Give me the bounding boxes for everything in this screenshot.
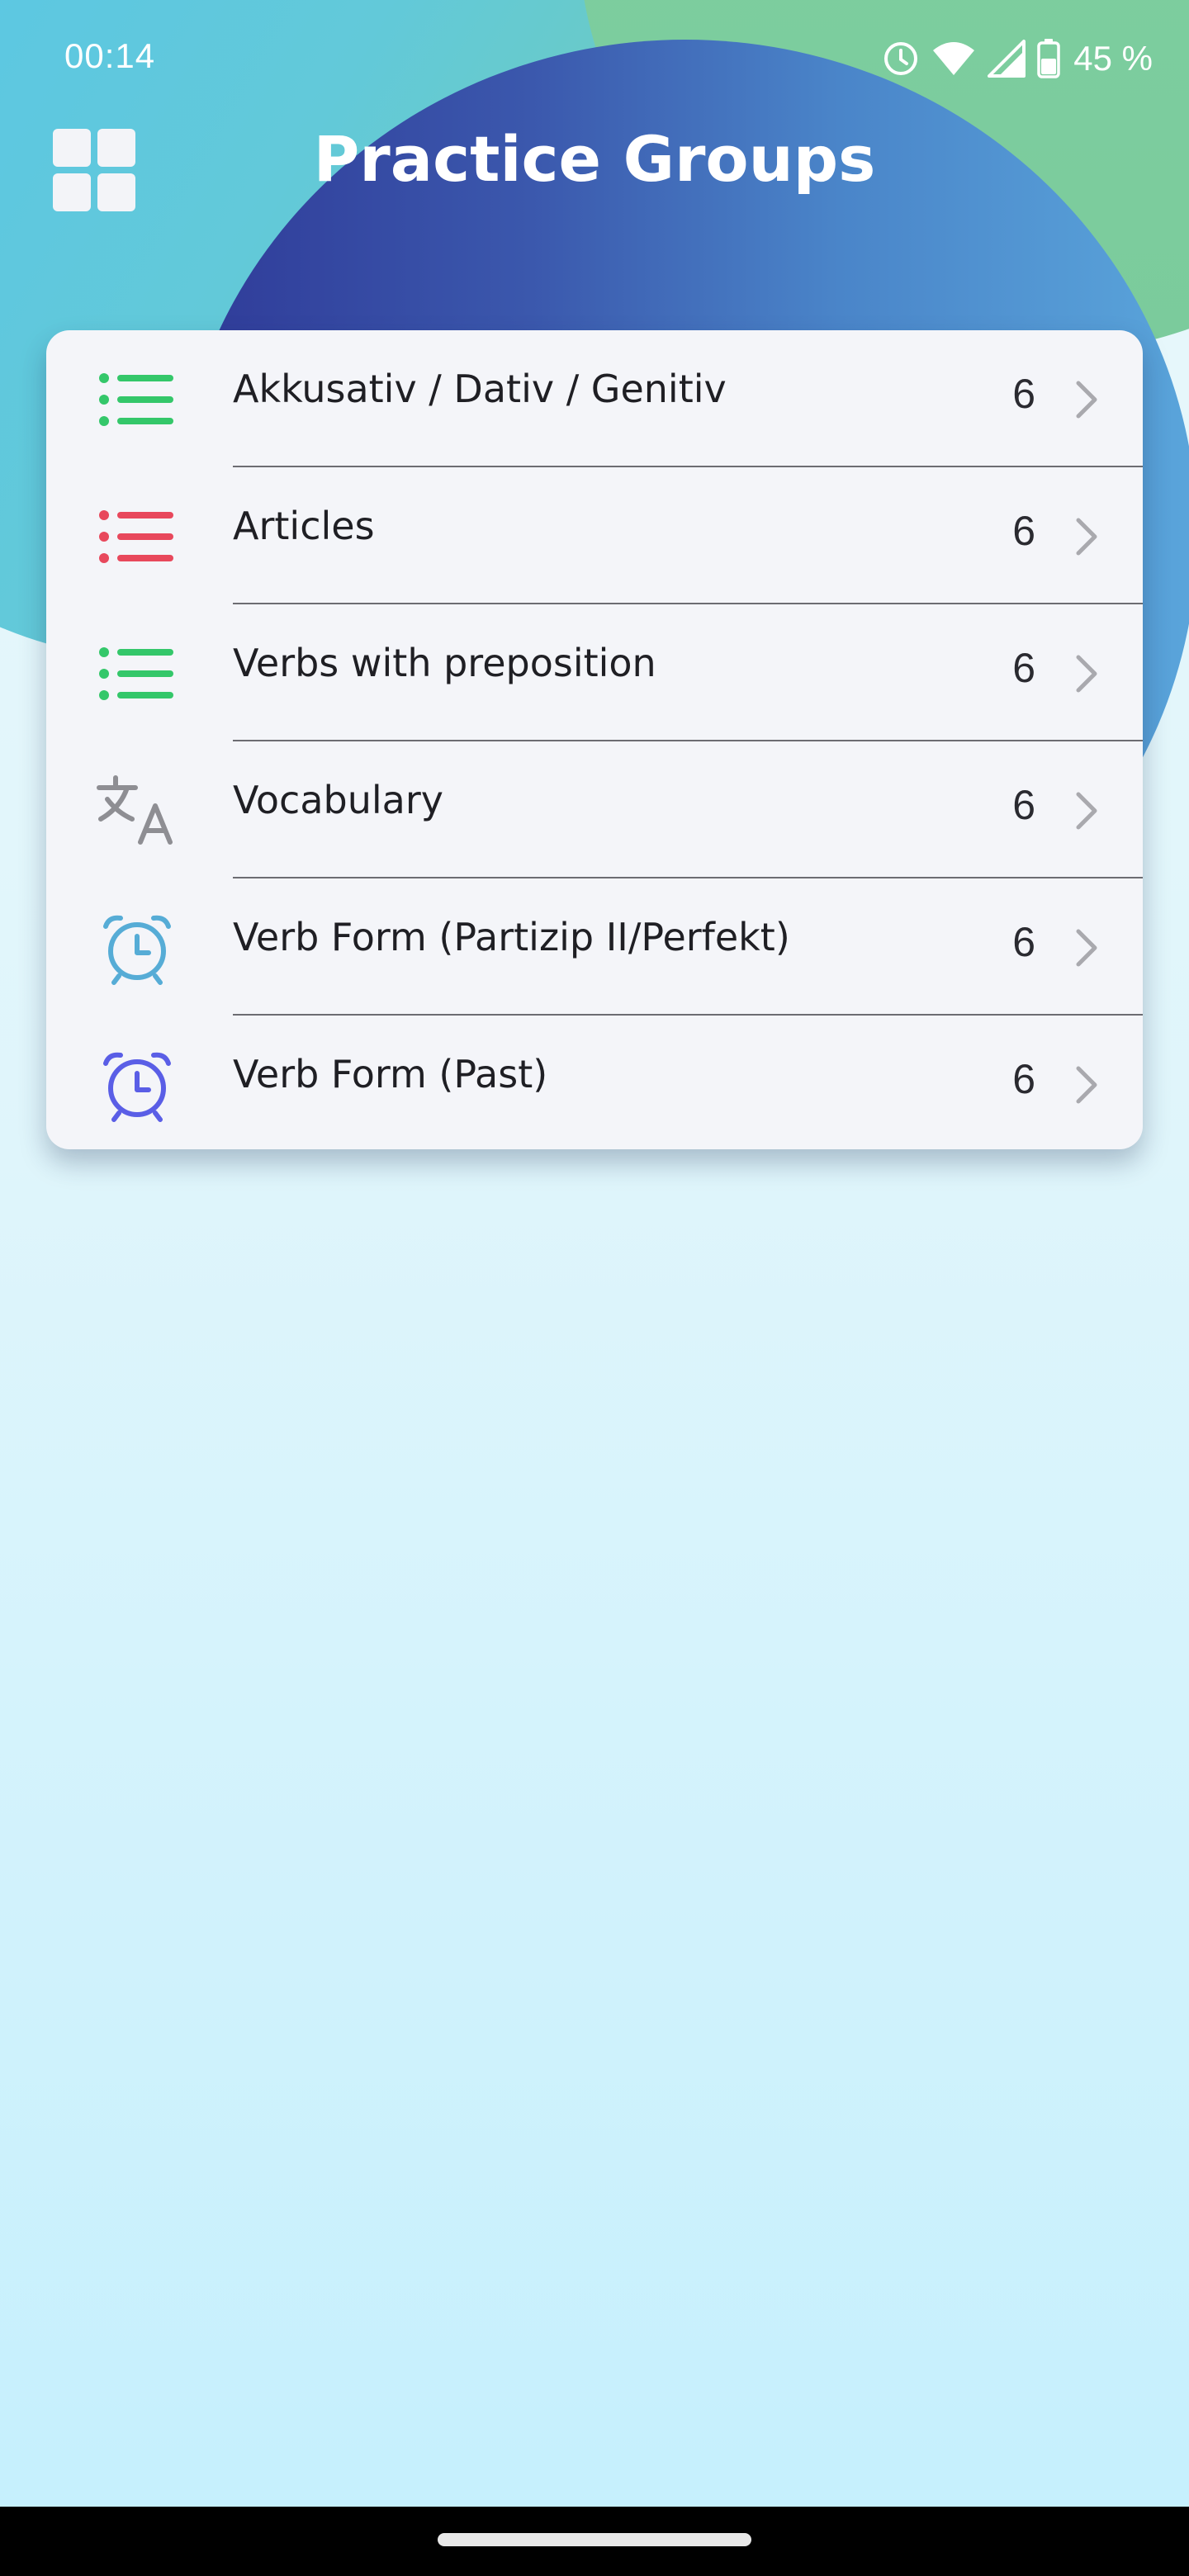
group-row-verb-form-partizip[interactable]: Verb Form (Partizip II/Perfekt) 6 [46, 878, 1143, 1016]
alarm-clock-icon [94, 908, 180, 987]
group-label: Verb Form (Past) [233, 1052, 548, 1096]
group-count: 6 [1012, 645, 1035, 691]
status-time: 00:14 [64, 36, 156, 75]
group-row-verbs-with-preposition[interactable]: Verbs with preposition 6 [46, 604, 1143, 741]
wifi-icon [931, 40, 976, 77]
group-count: 6 [1012, 371, 1035, 417]
group-row-akkusativ-dativ-genitiv[interactable]: Akkusativ / Dativ / Genitiv 6 [46, 330, 1143, 467]
group-label: Verb Form (Partizip II/Perfekt) [233, 915, 790, 959]
status-bar: 00:14 45 % [0, 0, 1189, 116]
page-title: Practice Groups [313, 122, 876, 196]
group-count: 6 [1012, 782, 1035, 828]
system-nav-bar [0, 2507, 1189, 2576]
chevron-right-icon [1073, 376, 1100, 423]
chevron-right-icon [1073, 925, 1100, 971]
group-label: Vocabulary [233, 778, 443, 822]
group-label: Articles [233, 504, 375, 548]
list-icon [94, 497, 180, 576]
chevron-right-icon [1073, 514, 1100, 560]
alarm-clock-icon [94, 1045, 180, 1125]
list-icon [94, 634, 180, 713]
cellular-signal-icon [988, 40, 1026, 78]
chevron-right-icon [1073, 1062, 1100, 1108]
practice-groups-list: Akkusativ / Dativ / Genitiv 6 Articles 6 [46, 330, 1143, 1149]
battery-percentage: 45 % [1073, 39, 1153, 78]
group-count: 6 [1012, 919, 1035, 965]
group-row-verb-form-past[interactable]: Verb Form (Past) 6 [46, 1016, 1143, 1149]
home-gesture-handle[interactable] [438, 2533, 751, 2546]
group-count: 6 [1012, 1056, 1035, 1102]
list-icon [94, 360, 180, 439]
group-label: Verbs with preposition [233, 641, 656, 685]
group-row-vocabulary[interactable]: Vocabulary 6 [46, 741, 1143, 878]
chevron-right-icon [1073, 788, 1100, 834]
group-row-articles[interactable]: Articles 6 [46, 467, 1143, 604]
chevron-right-icon [1073, 651, 1100, 697]
group-label: Akkusativ / Dativ / Genitiv [233, 367, 727, 411]
alarm-icon [882, 40, 920, 78]
app-header: Practice Groups [0, 116, 1189, 215]
translate-icon [94, 771, 180, 850]
group-count: 6 [1012, 508, 1035, 554]
battery-icon [1037, 39, 1061, 78]
status-icons: 45 % [882, 36, 1153, 81]
